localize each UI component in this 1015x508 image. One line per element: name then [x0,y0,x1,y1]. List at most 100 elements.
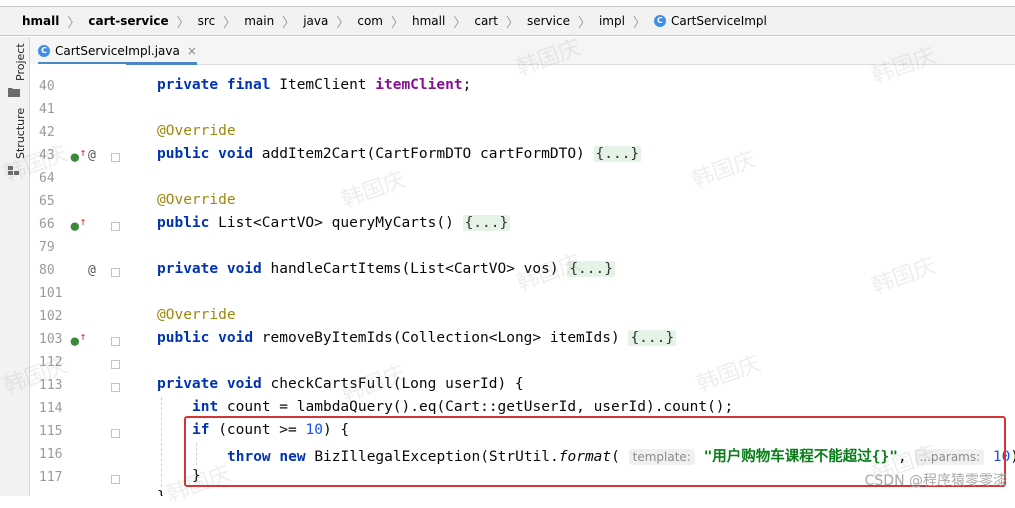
chevron-right-icon: 〉 [577,15,591,31]
breadcrumb-item-src[interactable]: src [198,14,216,28]
breadcrumb-item-main[interactable]: main [244,14,274,28]
breadcrumb-item-com[interactable]: com [357,14,383,28]
java-class-icon: C [653,15,666,27]
keyword: public [157,146,210,162]
implements-method-icon[interactable]: ●↑ [70,333,86,348]
fold-toggle-icon[interactable] [111,360,120,369]
line-number: 117 [39,470,63,485]
line-number: 114 [39,401,63,416]
chevron-right-icon: 〉 [67,15,81,31]
fold-toggle-icon[interactable] [111,337,120,346]
chevron-right-icon: 〉 [505,15,519,31]
method-signature: handleCartItems(List<CartVO> vos) [261,261,568,277]
indent-guide [161,397,162,487]
fold-toggle-icon[interactable] [111,268,120,277]
chevron-right-icon: 〉 [223,15,237,31]
implements-method-icon[interactable]: ●↑ [70,218,86,233]
breadcrumb-label: CartServiceImpl [670,14,767,28]
keyword: private final [157,77,271,93]
folded-region[interactable]: {...} [462,215,511,231]
fold-toggle-icon[interactable] [111,475,120,484]
annotation-at-icon[interactable]: @ [88,263,96,278]
fold-toggle-icon[interactable] [111,383,120,392]
breadcrumb-item-cart-service[interactable]: cart-service [88,14,168,28]
line-number: 79 [39,240,55,255]
line-number: 116 [39,447,63,462]
breadcrumb-item-service[interactable]: service [527,14,570,28]
line-number: 43 [39,148,55,163]
structure-icon [8,166,19,175]
breadcrumb-label: impl [598,14,625,28]
tab-label: CartServiceImpl.java [55,43,180,58]
fold-toggle-icon[interactable] [111,222,120,231]
breadcrumb-label: java [303,14,329,28]
method-signature: List<CartVO> queryMyCarts() [209,215,463,231]
breadcrumb-item-impl[interactable]: impl [599,14,625,28]
chevron-right-icon: 〉 [336,15,350,31]
csdn-watermark: CSDN @程序猿零零漆 [864,473,1007,489]
breadcrumb-item-cart[interactable]: cart [474,14,498,28]
breadcrumb-label: main [244,14,275,28]
close-icon[interactable]: × [187,44,197,58]
breadcrumb-item-cartserviceimpl[interactable]: C CartServiceImpl [653,14,767,28]
chevron-right-icon: 〉 [453,15,467,31]
folded-region[interactable]: {...} [628,330,677,346]
line-number: 103 [39,332,63,347]
project-tool-tab[interactable]: Project [14,43,27,81]
breadcrumb-label: cart-service [88,14,169,28]
implements-method-icon[interactable]: ●↑ [70,149,86,164]
code-line-103: public void removeByItemIds(Collection<L… [157,330,677,346]
breadcrumb-item-hmall-pkg[interactable]: hmall [412,14,445,28]
keyword: void [218,330,254,346]
keyword: void [218,146,254,162]
code-line-40: private final ItemClient itemClient; [157,77,471,93]
line-number: 80 [39,263,55,278]
editor-tab-bar: C CartServiceImpl.java × [30,37,1015,65]
statement: count = lambdaQuery().eq(Cart::getUserId… [218,399,734,415]
code-line-102: @Override [157,307,236,323]
line-number: 66 [39,217,55,232]
fold-toggle-icon[interactable] [111,153,120,162]
closing-brace: } [157,489,166,496]
editor-gutter: 40 41 42 43 64 65 66 79 80 101 102 103 1… [30,64,126,496]
annotation: @Override [157,123,236,139]
method-signature: addItem2Cart(CartFormDTO cartFormDTO) [253,146,594,162]
line-number: 101 [39,286,63,301]
breadcrumb-item-hmall[interactable]: hmall [22,14,59,28]
folded-region[interactable]: {...} [593,146,642,162]
code-line-partial: } [157,489,166,496]
fold-toggle-icon[interactable] [111,429,120,438]
chevron-right-icon: 〉 [282,15,296,31]
breadcrumb-item-java[interactable]: java [303,14,328,28]
line-number: 40 [39,79,55,94]
line-number: 112 [39,355,63,370]
breadcrumb: hmall 〉 cart-service 〉 src 〉 main 〉 java… [0,6,1015,36]
line-number: 41 [39,102,55,117]
chevron-right-icon: 〉 [176,15,190,31]
method-signature: removeByItemIds(Collection<Long> itemIds… [253,330,629,346]
tool-window-strip: Project Structure [0,37,30,496]
breadcrumb-label: service [526,14,570,28]
line-number: 42 [39,125,55,140]
keyword: private [157,261,219,277]
code-line-65: @Override [157,192,236,208]
tab-cartserviceimpl[interactable]: C CartServiceImpl.java × [38,37,197,65]
folded-region[interactable]: {...} [567,261,615,277]
code-line-80: private void handleCartItems(List<CartVO… [157,261,615,277]
code-line-43: public void addItem2Cart(CartFormDTO car… [157,146,642,162]
breadcrumb-label: com [357,14,383,28]
chevron-right-icon: 〉 [391,15,405,31]
type-name: ItemClient [270,77,376,93]
line-number: 102 [39,309,63,324]
annotation-at-icon[interactable]: @ [88,148,96,163]
folder-icon [8,88,20,97]
punct: )); [1010,449,1015,465]
keyword: private [157,376,219,392]
structure-tool-tab[interactable]: Structure [14,108,27,159]
keyword: public [157,215,210,231]
code-line-113: private void checkCartsFull(Long userId)… [157,376,524,392]
line-number: 113 [39,378,63,393]
code-line-114: int count = lambdaQuery().eq(Cart::getUs… [192,399,733,415]
line-number: 65 [39,194,55,209]
breadcrumb-label: cart [474,14,498,28]
